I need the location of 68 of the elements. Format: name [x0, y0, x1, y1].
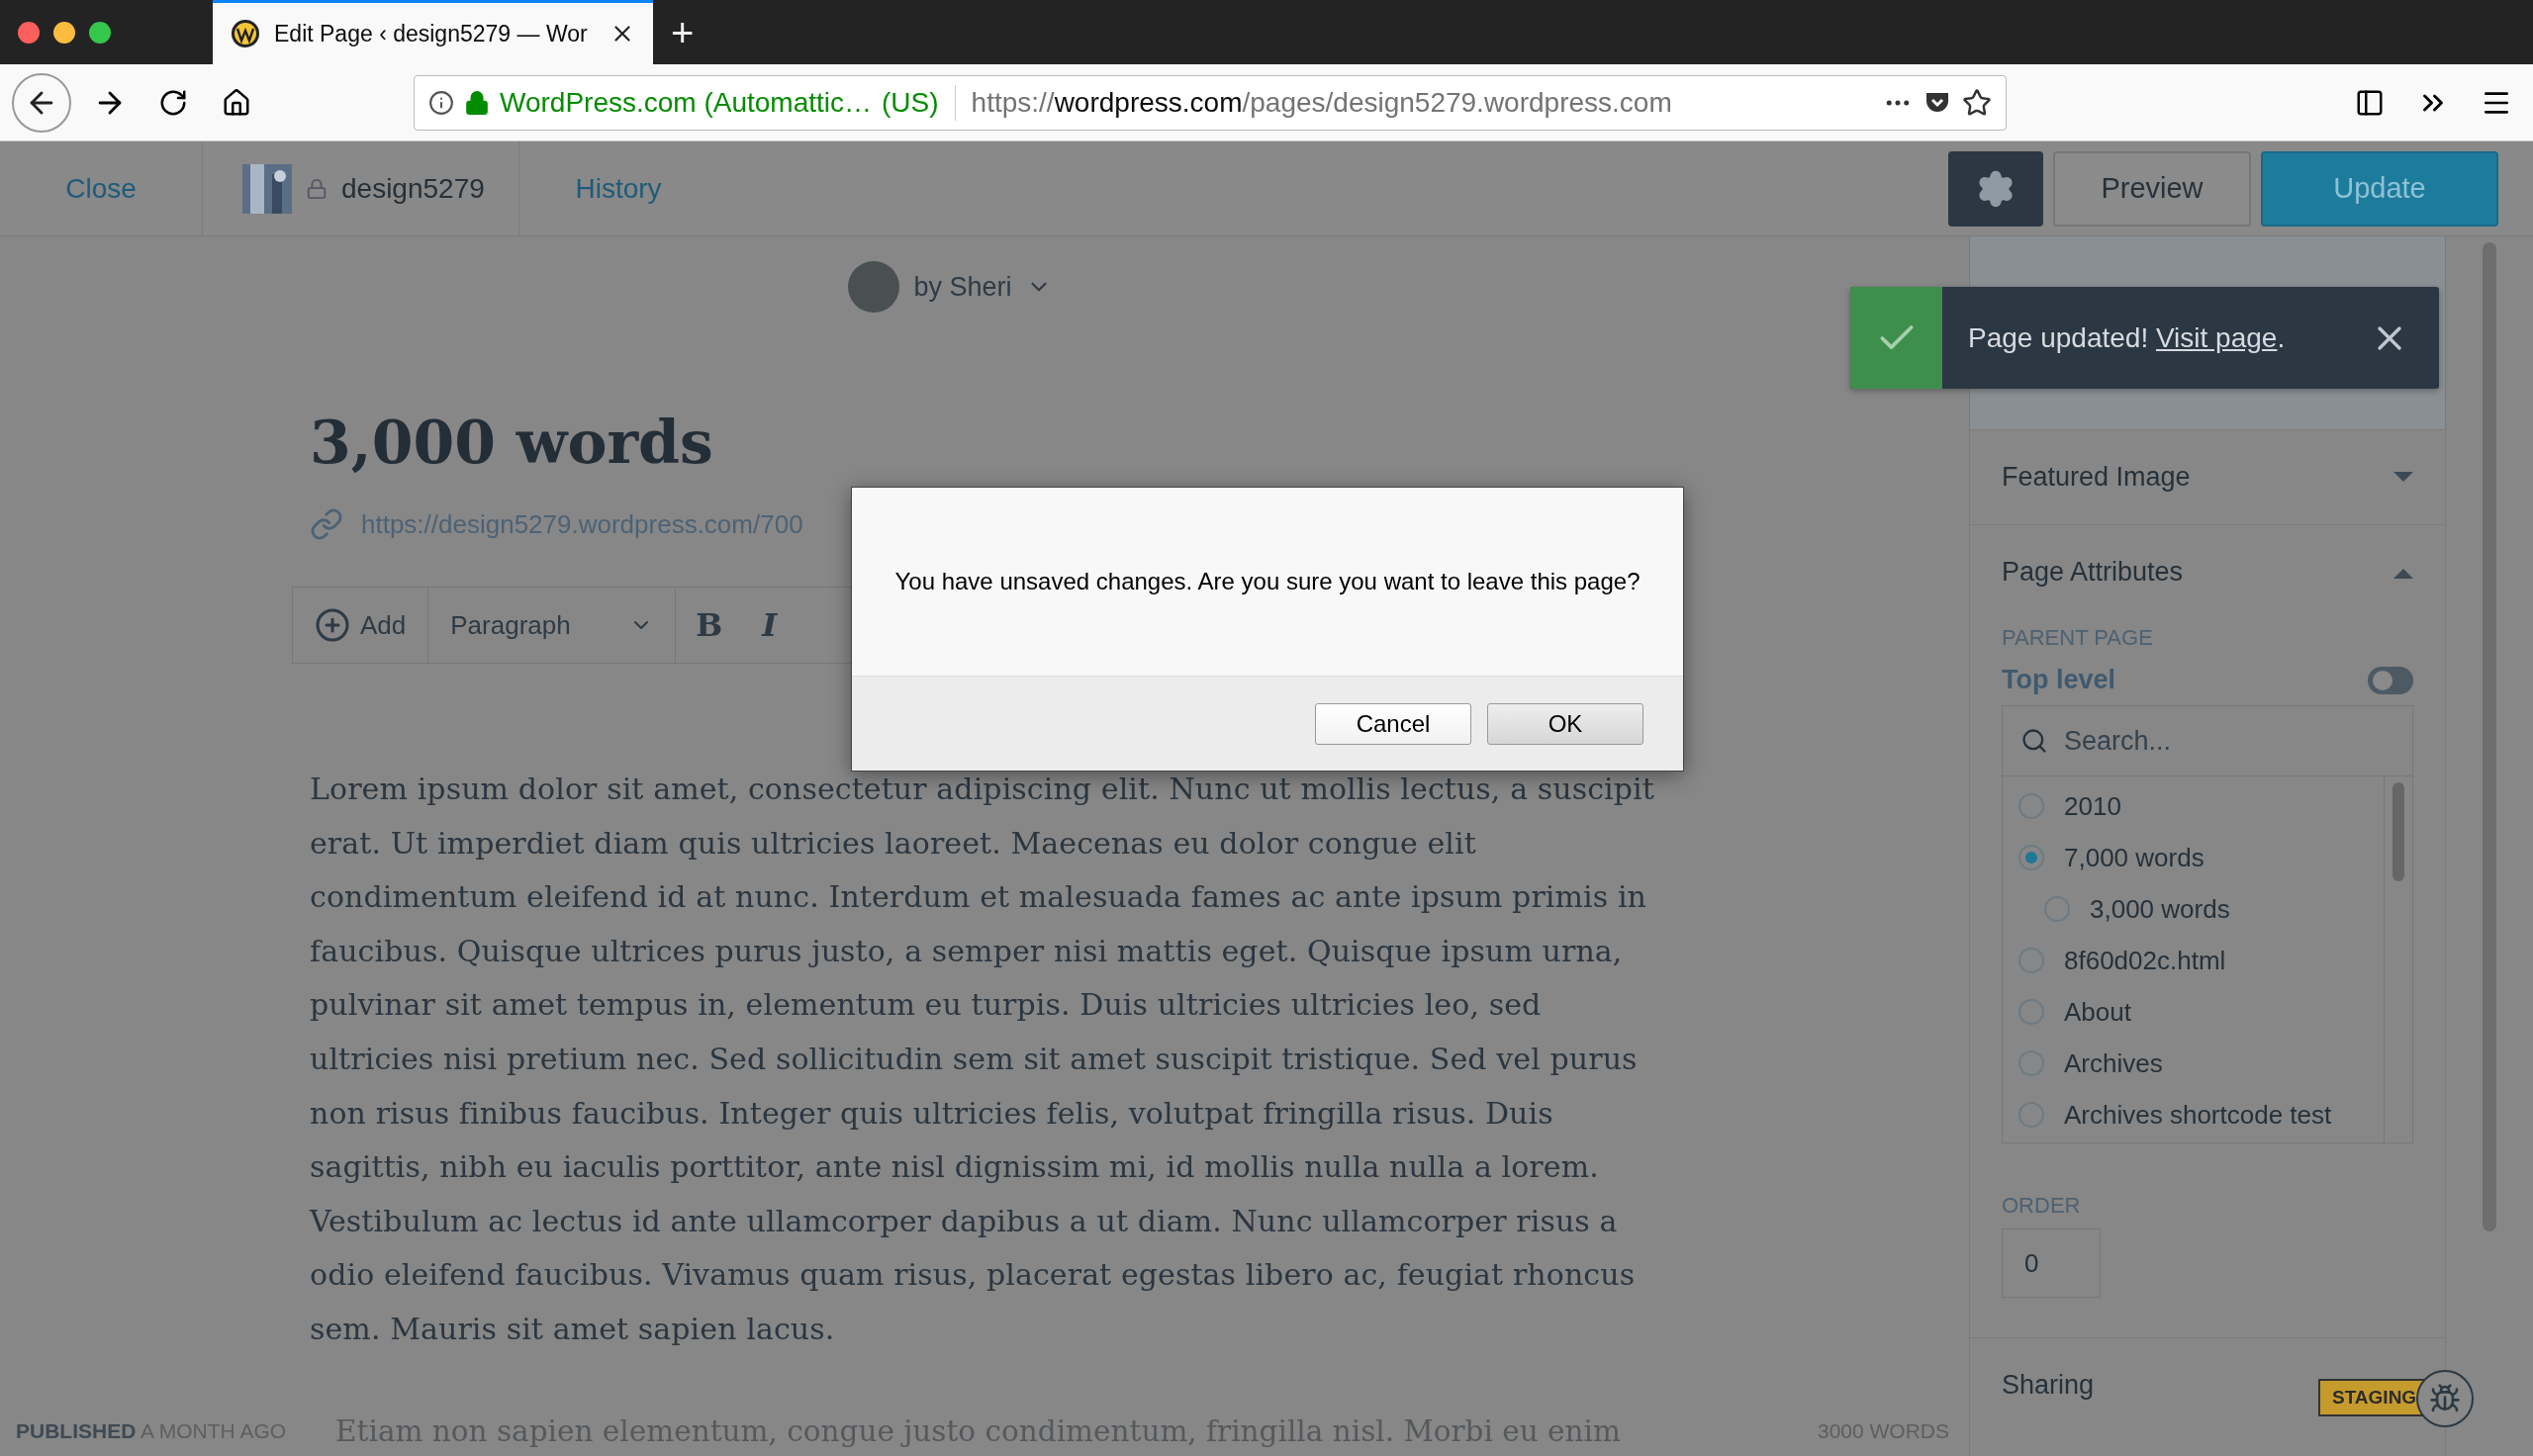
radio-button[interactable] [2018, 999, 2044, 1025]
bold-button[interactable]: B [676, 606, 743, 644]
search-input[interactable]: Search... [2062, 724, 2394, 758]
scrollbar-thumb[interactable] [2483, 242, 2496, 1231]
close-link[interactable]: Close [0, 141, 203, 235]
parent-page-option[interactable]: 7,000 words [2064, 842, 2205, 873]
site-logo-icon [231, 19, 260, 48]
radio-button[interactable] [2018, 845, 2044, 870]
back-button[interactable] [12, 72, 71, 133]
visit-page-link[interactable]: Visit page [2155, 321, 2278, 353]
bug-report-button[interactable] [2416, 1370, 2474, 1427]
author-name[interactable]: by Sheri [913, 271, 1012, 303]
dialog-message: You have unsaved changes. Are you sure you want to leave this page? [894, 568, 1641, 595]
preview-button[interactable]: Preview [2053, 150, 2251, 227]
parent-page-option[interactable]: 8f60d02c.html [2064, 945, 2226, 976]
search-icon [2020, 727, 2048, 755]
site-identity[interactable]: WordPress.com (Automattic… [500, 86, 873, 119]
minimize-window-icon[interactable] [53, 21, 75, 44]
radio-button[interactable] [2044, 896, 2070, 922]
caret-icon[interactable] [2393, 471, 2413, 484]
site-country[interactable]: (US) [882, 86, 939, 119]
browser-tab[interactable]: Edit Page ‹ design5279 — Wor [213, 0, 653, 64]
panel-title[interactable]: Featured Image [2002, 462, 2191, 493]
settings-button[interactable] [1948, 150, 2043, 227]
notice-text: Page updated! Visit page. [1968, 321, 2287, 354]
dialog-button[interactable]: Cancel [1315, 702, 1471, 745]
block-type-dropdown[interactable]: Paragraph [428, 588, 677, 663]
dialog-button[interactable]: OK [1487, 702, 1643, 745]
radio-button[interactable] [2018, 1050, 2044, 1076]
field-label: PARENT PAGE [2002, 625, 2154, 651]
link-icon [310, 507, 343, 541]
lock-icon [306, 177, 328, 200]
parent-page-option[interactable]: Archives shortcode test [2064, 1099, 2332, 1131]
caret-icon[interactable] [2393, 566, 2413, 579]
radio-button[interactable] [2018, 793, 2044, 819]
url-text[interactable]: https://wordpress.com/pages/design5279.wordpress.com [971, 86, 1873, 119]
parent-page-option[interactable]: 3,000 words [2090, 893, 2230, 925]
site-name[interactable]: design5279 [341, 172, 485, 205]
lock-icon [464, 89, 490, 116]
search-field[interactable]: Search... [2003, 706, 2412, 776]
plus-circle-icon [315, 607, 350, 643]
update-button[interactable]: Update [2261, 150, 2498, 227]
bookmark-star-icon[interactable] [1962, 87, 1992, 118]
field-label: ORDER [2002, 1193, 2082, 1219]
page-title[interactable]: 3,000 words [310, 407, 1655, 478]
gear-icon [1976, 168, 2016, 209]
toggle-switch[interactable] [2368, 666, 2413, 694]
italic-button[interactable]: I [742, 606, 797, 644]
address-bar[interactable]: WordPress.com (Automattic… (US) https://wordpress.com/pages/design5279.wordpress.com [414, 74, 2007, 131]
info-icon[interactable] [428, 89, 454, 116]
order-input[interactable]: 0 [2002, 1228, 2101, 1298]
panel-title[interactable]: Page Attributes [2002, 557, 2184, 588]
panel-title[interactable]: Sharing [2002, 1370, 2095, 1401]
radio-button[interactable] [2018, 948, 2044, 973]
parent-page-option[interactable]: 2010 [2064, 790, 2121, 822]
bug-icon [2429, 1383, 2461, 1414]
top-level-label: Top level [2002, 665, 2116, 695]
history-link[interactable]: History [529, 141, 678, 235]
avatar [848, 261, 900, 313]
parent-page-option[interactable]: Archives [2064, 1047, 2163, 1079]
scrollbar-thumb[interactable] [2392, 782, 2404, 881]
close-window-icon[interactable] [18, 21, 40, 44]
new-tab-button[interactable]: + [653, 0, 712, 64]
home-icon[interactable] [222, 87, 251, 118]
zoom-window-icon[interactable] [89, 21, 111, 44]
parent-page-option[interactable]: About [2064, 996, 2131, 1028]
radio-button[interactable] [2018, 1102, 2044, 1128]
add-block-button[interactable]: Add [293, 588, 429, 663]
